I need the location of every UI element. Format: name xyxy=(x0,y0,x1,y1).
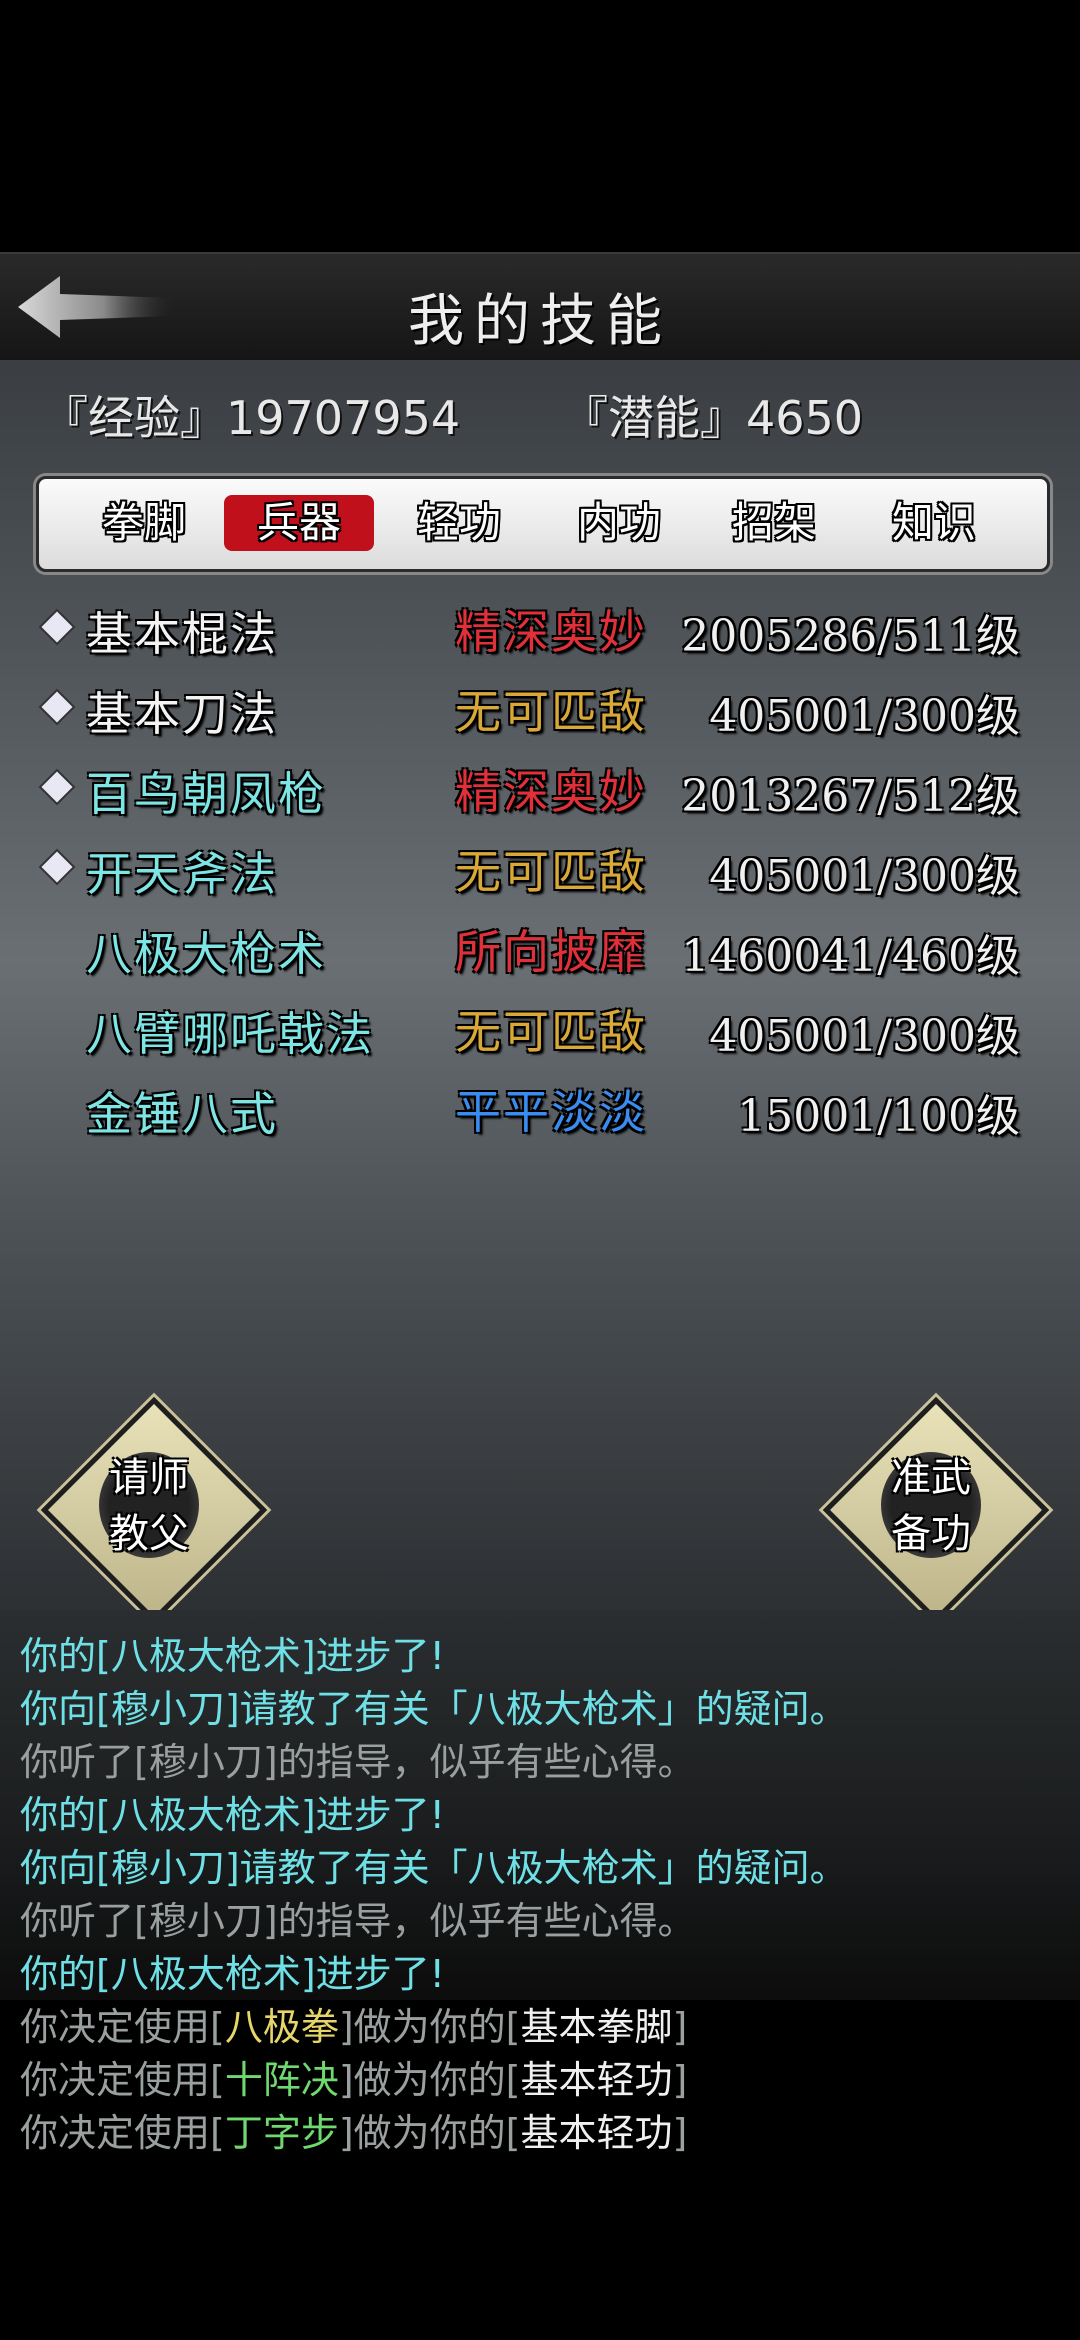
ask-master-label: 请师 教父 xyxy=(44,1450,254,1562)
log-line: 你向[穆小刀]请教了有关「八极大枪术」的疑问。 xyxy=(20,1687,848,1731)
skill-level: 无可匹敌 xyxy=(455,1005,647,1059)
skill-name: 百鸟朝凤枪 xyxy=(86,767,326,821)
skill-row[interactable]: 八极大枪术 所向披靡 1460041/460级 xyxy=(0,912,1080,992)
equipped-marker-icon xyxy=(41,611,73,643)
ask-master-button[interactable]: 请师 教父 xyxy=(40,1396,268,1624)
skill-level: 无可匹敌 xyxy=(455,845,647,899)
log-line: 你的[八极大枪术]进步了! xyxy=(20,1634,445,1678)
skill-value: 405001/300级 xyxy=(709,1011,1020,1062)
experience-label: 『经验』 xyxy=(42,391,226,445)
potential-label: 『潜能』 xyxy=(562,391,746,445)
skill-row[interactable]: 百鸟朝凤枪 精深奥妙 2013267/512级 xyxy=(0,752,1080,832)
skill-value: 2005286/511级 xyxy=(681,611,1020,662)
experience-value: 19707954 xyxy=(226,391,461,445)
log-text: ] xyxy=(672,2058,688,2102)
log-text: 你决定使用[ xyxy=(20,2005,225,2049)
prepare-skill-label: 准武 备功 xyxy=(826,1450,1036,1562)
prepare-skill-label-line1: 准武 xyxy=(891,1455,971,1501)
ask-master-label-line1: 请师 xyxy=(109,1455,189,1501)
prepare-skill-button[interactable]: 准武 备功 xyxy=(822,1396,1050,1624)
log-text: ] xyxy=(672,2005,688,2049)
skill-level: 所向披靡 xyxy=(455,925,647,979)
equipped-marker-icon xyxy=(41,771,73,803)
message-log[interactable]: 你的[八极大枪术]进步了! 你向[穆小刀]请教了有关「八极大枪术」的疑问。 你听… xyxy=(0,1610,1080,2340)
equipped-marker-icon xyxy=(41,691,73,723)
skill-level: 精深奥妙 xyxy=(455,765,647,819)
log-text: 你决定使用[ xyxy=(20,2111,225,2155)
skill-row[interactable]: 基本棍法 精深奥妙 2005286/511级 xyxy=(0,592,1080,672)
skill-level: 无可匹敌 xyxy=(455,685,647,739)
skill-category-tabs: 拳脚 兵器 轻功 内功 招架 知识 xyxy=(36,476,1050,572)
log-skill-slot: 基本拳脚 xyxy=(520,2005,673,2049)
log-skill-name: 十阵决 xyxy=(224,2058,339,2102)
skill-value: 2013267/512级 xyxy=(681,771,1020,822)
tab-lightness[interactable]: 轻功 xyxy=(384,495,534,551)
header-bar: 我的技能 xyxy=(0,252,1080,363)
log-line: 你决定使用[十阵决]做为你的[基本轻功] xyxy=(20,2054,687,2106)
potential-value: 4650 xyxy=(746,391,864,445)
log-skill-name: 丁字步 xyxy=(224,2111,339,2155)
log-line: 你向[穆小刀]请教了有关「八极大枪术」的疑问。 xyxy=(20,1846,848,1890)
prepare-skill-label-line2: 备功 xyxy=(891,1511,971,1557)
skill-row[interactable]: 金锤八式 平平淡淡 15001/100级 xyxy=(0,1072,1080,1152)
skill-name: 开天斧法 xyxy=(86,847,278,901)
tab-parry[interactable]: 招架 xyxy=(699,495,849,551)
skill-value: 405001/300级 xyxy=(709,851,1020,902)
skill-name: 八臂哪吒戟法 xyxy=(86,1007,374,1061)
page-title: 我的技能 xyxy=(408,289,672,354)
tab-fist[interactable]: 拳脚 xyxy=(69,495,219,551)
log-text: ]做为你的[ xyxy=(338,2058,521,2102)
tab-inner[interactable]: 内功 xyxy=(544,495,694,551)
skill-value: 1460041/460级 xyxy=(681,931,1020,982)
log-line: 你决定使用[八极拳]做为你的[基本拳脚] xyxy=(20,2001,687,2053)
skills-panel: 『经验』19707954 『潜能』4650 拳脚 兵器 轻功 内功 招架 知识 … xyxy=(0,360,1080,1624)
stats-bar: 『经验』19707954 『潜能』4650 xyxy=(42,382,1040,452)
log-line: 你决定使用[丁字步]做为你的[基本轻功] xyxy=(20,2107,687,2159)
experience-stat: 『经验』19707954 xyxy=(42,382,460,448)
skill-name: 八极大枪术 xyxy=(86,927,326,981)
skill-row[interactable]: 基本刀法 无可匹敌 405001/300级 xyxy=(0,672,1080,752)
skill-row[interactable]: 八臂哪吒戟法 无可匹敌 405001/300级 xyxy=(0,992,1080,1072)
skill-name: 基本刀法 xyxy=(86,687,278,741)
log-line: 你的[八极大枪术]进步了! xyxy=(20,1952,445,1996)
tab-knowledge[interactable]: 知识 xyxy=(859,495,1009,551)
ask-master-label-line2: 教父 xyxy=(109,1511,189,1557)
skill-level: 精深奥妙 xyxy=(455,605,647,659)
log-line: 你的[八极大枪术]进步了! xyxy=(20,1793,445,1837)
skill-name: 基本棍法 xyxy=(86,607,278,661)
log-line: 你听了[穆小刀]的指导，似乎有些心得。 xyxy=(20,1740,696,1784)
tab-weapon[interactable]: 兵器 xyxy=(224,495,374,551)
skill-value: 15001/100级 xyxy=(737,1091,1020,1142)
log-skill-slot: 基本轻功 xyxy=(520,2111,673,2155)
skill-level: 平平淡淡 xyxy=(455,1085,647,1139)
log-skill-name: 八极拳 xyxy=(224,2005,339,2049)
potential-stat: 『潜能』4650 xyxy=(562,382,863,448)
log-text: 你决定使用[ xyxy=(20,2058,225,2102)
log-text: ]做为你的[ xyxy=(338,2111,521,2155)
log-skill-slot: 基本轻功 xyxy=(520,2058,673,2102)
skill-value: 405001/300级 xyxy=(709,691,1020,742)
skill-name: 金锤八式 xyxy=(86,1087,278,1141)
skill-row[interactable]: 开天斧法 无可匹敌 405001/300级 xyxy=(0,832,1080,912)
log-text: ]做为你的[ xyxy=(338,2005,521,2049)
log-text: ] xyxy=(672,2111,688,2155)
log-line: 你听了[穆小刀]的指导，似乎有些心得。 xyxy=(20,1899,696,1943)
equipped-marker-icon xyxy=(41,851,73,883)
